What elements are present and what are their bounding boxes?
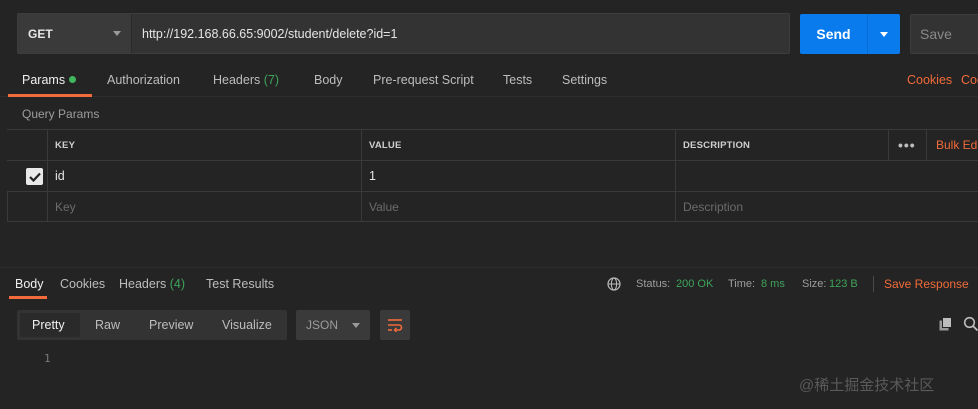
active-tab-indicator [8, 94, 92, 97]
table-row: id 1 [7, 160, 978, 191]
save-button[interactable]: Save [910, 14, 978, 54]
time-value: 8 ms [761, 270, 785, 298]
url-input[interactable]: http://192.168.66.65:9002/student/delete… [132, 14, 789, 53]
method-label: GET [28, 26, 53, 41]
new-description-input[interactable]: Description [675, 192, 978, 221]
active-tab-indicator [9, 296, 47, 299]
format-preview-button[interactable]: Preview [149, 310, 193, 340]
chevron-down-icon [880, 31, 888, 37]
column-header-value-label: VALUE [369, 139, 402, 151]
query-params-title: Query Params [22, 107, 100, 121]
param-key-cell[interactable]: id [47, 161, 362, 191]
status-value-text: 200 OK [676, 278, 714, 290]
time-label: Time: [728, 278, 756, 290]
checkbox-checked-icon[interactable] [26, 168, 43, 185]
status-value: 200 OK [676, 270, 713, 298]
copy-icon[interactable] [938, 316, 954, 332]
send-options-button[interactable] [868, 14, 900, 54]
format-select[interactable]: JSON [296, 310, 370, 340]
cookies-link[interactable]: Cookies [907, 65, 952, 97]
response-tab-body[interactable]: Body [15, 270, 44, 298]
new-key-input[interactable]: Key [47, 192, 362, 221]
column-header-value: VALUE [361, 130, 676, 160]
param-description-cell[interactable] [675, 161, 978, 191]
response-tabs: Body Cookies Headers (4) Test Results St… [0, 270, 978, 300]
tab-headers-label: Headers [213, 73, 261, 87]
tab-prerequest-script[interactable]: Pre-request Script [373, 65, 474, 97]
chevron-down-icon [113, 31, 121, 36]
line-number: 1 [44, 352, 51, 365]
column-divider [926, 130, 927, 160]
status-dot-icon [69, 76, 77, 84]
response-tab-headers-count: (4) [169, 277, 186, 291]
response-tab-test-results[interactable]: Test Results [206, 270, 274, 298]
response-tab-headers-label: Headers [119, 277, 167, 291]
response-tab-cookies[interactable]: Cookies [60, 270, 105, 298]
send-button[interactable]: Send [800, 14, 900, 54]
globe-icon[interactable] [607, 277, 621, 291]
search-icon[interactable] [963, 316, 978, 332]
column-header-key-label: KEY [55, 139, 76, 151]
format-pretty-button[interactable]: Pretty [32, 310, 65, 340]
table-header-row: KEY VALUE DESCRIPTION ••• Bulk Edit [7, 129, 978, 160]
watermark: @稀土掘金技术社区 [799, 377, 935, 394]
tab-params-label: Params [22, 73, 66, 87]
format-raw-button[interactable]: Raw [95, 310, 120, 340]
size-value-text: 123 B [829, 278, 858, 290]
tab-settings[interactable]: Settings [562, 65, 607, 97]
tab-tests[interactable]: Tests [503, 65, 532, 97]
wrap-icon [388, 319, 403, 332]
bulk-edit-link[interactable]: Bulk Edit [936, 130, 978, 160]
new-value-input[interactable]: Value [361, 192, 676, 221]
tab-headers[interactable]: Headers (7) [213, 65, 279, 97]
new-value-placeholder: Value [369, 199, 399, 214]
table-row-empty: Key Value Description [7, 191, 978, 222]
tab-body[interactable]: Body [314, 65, 343, 97]
send-label: Send [800, 14, 868, 54]
column-header-description: DESCRIPTION [675, 130, 978, 160]
save-label: Save [920, 26, 952, 42]
format-select-label: JSON [306, 318, 339, 332]
request-bar: GET http://192.168.66.65:9002/student/de… [17, 13, 790, 54]
response-divider [0, 267, 978, 268]
format-toggle: Pretty Raw Preview Visualize [17, 310, 287, 340]
column-divider [888, 130, 889, 160]
size-value: 123 B [829, 270, 858, 298]
time-value-text: 8 ms [761, 278, 785, 290]
param-value-cell[interactable]: 1 [361, 161, 676, 191]
status-label: Status: [636, 278, 671, 290]
column-header-description-label: DESCRIPTION [683, 139, 751, 151]
request-tabs: Params Authorization Headers (7) Body Pr… [0, 65, 978, 97]
save-response-button[interactable]: Save Response [884, 270, 969, 298]
chevron-down-icon [352, 322, 360, 328]
wrap-button[interactable] [380, 310, 410, 340]
empty-checkbox-cell [7, 192, 47, 221]
response-tab-headers[interactable]: Headers (4) [119, 270, 185, 298]
new-description-placeholder: Description [683, 199, 744, 214]
tab-authorization[interactable]: Authorization [107, 65, 180, 97]
separator [873, 276, 874, 292]
param-value: 1 [369, 169, 376, 183]
new-key-placeholder: Key [55, 199, 76, 214]
format-visualize-button[interactable]: Visualize [222, 310, 272, 340]
code-link[interactable]: Code [961, 65, 978, 97]
method-select[interactable]: GET [18, 14, 132, 53]
more-icon[interactable]: ••• [898, 130, 916, 160]
column-header-key: KEY [47, 130, 362, 160]
tab-headers-count: (7) [263, 73, 280, 87]
size-label: Size: [802, 278, 827, 290]
tab-params[interactable]: Params [22, 65, 77, 97]
param-key: id [55, 169, 65, 183]
